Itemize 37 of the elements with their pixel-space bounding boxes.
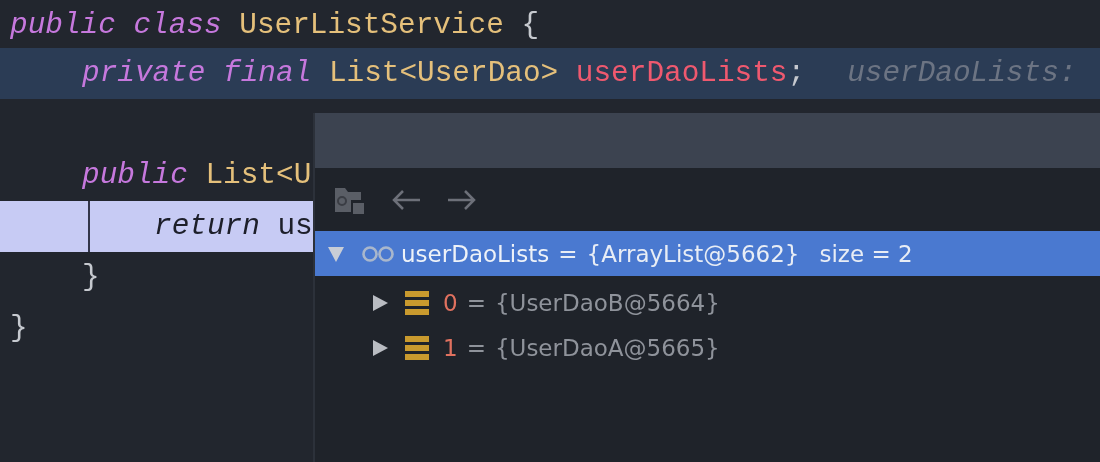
stack-icon — [405, 335, 429, 360]
expand-toggle-icon[interactable] — [327, 244, 345, 263]
code-text: us — [277, 209, 313, 245]
tree-row[interactable]: 1 = {UserDaoA@5665} — [315, 325, 1100, 370]
stack-icon — [405, 290, 429, 315]
code-keyword: private — [82, 56, 206, 92]
code-keyword: class — [133, 8, 222, 44]
equals-sign: = — [466, 334, 486, 361]
code-keyword: public — [10, 8, 116, 44]
variable-name: userDaoLists — [401, 240, 550, 267]
expand-toggle-icon[interactable] — [371, 293, 389, 312]
type-name: List<U — [205, 158, 312, 194]
variable-value: {ArrayList@5662} — [586, 240, 800, 267]
equals-sign: = — [466, 289, 486, 316]
code-text: ; — [787, 56, 806, 92]
tree-row[interactable]: userDaoLists = {ArrayList@5662} size = 2 — [315, 231, 1100, 276]
equals-sign: = — [558, 240, 578, 267]
code-text: { — [521, 8, 540, 44]
type-name: List<UserDao> — [328, 56, 559, 92]
back-arrow-icon[interactable] — [391, 188, 421, 211]
type-name: UserListService — [239, 8, 504, 44]
code-text: } — [82, 260, 100, 296]
code-text: } — [10, 311, 28, 347]
variable-value: {UserDaoA@5665} — [494, 334, 720, 361]
tree-row[interactable]: 0 = {UserDaoB@5664} — [315, 280, 1100, 325]
forward-arrow-icon[interactable] — [447, 188, 477, 211]
code-keyword: return — [154, 209, 260, 245]
variable-value: {UserDaoB@5664} — [494, 289, 720, 316]
code-keyword: public — [82, 158, 188, 194]
field-name: userDaoLists — [575, 56, 788, 92]
glasses-icon — [361, 244, 395, 263]
size-label: size = 2 — [819, 240, 913, 267]
code-keyword: final — [223, 56, 312, 92]
variable-name: 0 — [443, 289, 458, 316]
expand-toggle-icon[interactable] — [371, 338, 389, 357]
variable-name: 1 — [443, 334, 458, 361]
inlay-hint: userDaoLists: — [847, 56, 1077, 92]
